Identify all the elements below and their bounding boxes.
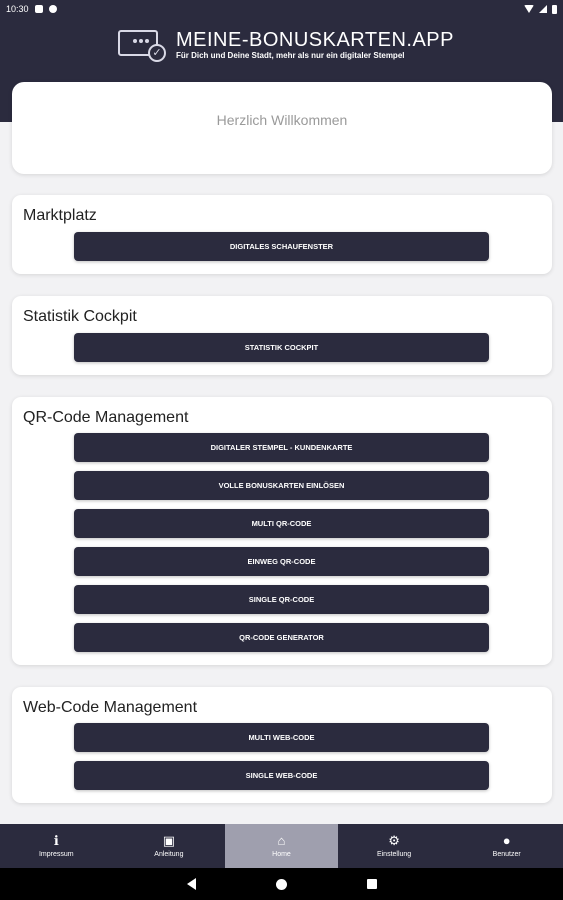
single-web-code-button[interactable]: SINGLE WEB-CODE (74, 761, 489, 790)
back-icon[interactable] (186, 878, 196, 890)
einweg-qr-code-button[interactable]: EINWEG QR-CODE (74, 547, 489, 576)
nav-label: Impressum (38, 851, 74, 858)
single-qr-code-button[interactable]: SINGLE QR-CODE (74, 585, 489, 614)
gear-icon: ⚙ (388, 833, 400, 848)
nav-label: Benutzer (492, 851, 521, 858)
book-icon: ▣ (162, 833, 176, 848)
marktplatz-card: Marktplatz DIGITALES SCHAUFENSTER (12, 195, 552, 274)
digitaler-stempel-button[interactable]: DIGITALER STEMPEL - KUNDENKARTE (74, 433, 489, 462)
welcome-text: Herzlich Willkommen (216, 112, 348, 128)
nav-item-home[interactable]: ⌂ Home (225, 824, 338, 868)
nav-label: Einstellung (376, 851, 412, 858)
home-circle-icon[interactable] (275, 878, 287, 890)
section-title: Marktplatz (23, 207, 97, 224)
nav-item-benutzer[interactable]: ● Benutzer (450, 824, 563, 868)
signal-icon (539, 5, 547, 13)
statistik-cockpit-button[interactable]: STATISTIK COCKPIT (74, 333, 489, 362)
nav-label: Home (272, 851, 291, 858)
section-title: QR-Code Management (23, 409, 189, 426)
bottom-navigation: ℹ Impressum ▣ Anleitung ⌂ Home ⚙ Einstel… (0, 824, 563, 868)
brand-tagline: Für Dich und Deine Stadt, mehr als nur e… (176, 51, 405, 60)
card-logo-icon: ✓ (118, 28, 166, 62)
clock: 10:30 (6, 4, 29, 14)
welcome-card: Herzlich Willkommen (12, 82, 552, 174)
user-icon: ● (502, 833, 511, 848)
nav-item-einstellung[interactable]: ⚙ Einstellung (338, 824, 451, 868)
bonuskarten-einloesen-button[interactable]: VOLLE BONUSKARTEN EINLÖSEN (74, 471, 489, 500)
multi-qr-code-button[interactable]: MULTI QR-CODE (74, 509, 489, 538)
battery-icon (552, 4, 557, 14)
status-bar: 10:30 (0, 0, 563, 18)
web-code-management-card: Web-Code Management MULTI WEB-CODE SINGL… (12, 687, 552, 803)
statistik-card: Statistik Cockpit STATISTIK COCKPIT (12, 296, 552, 375)
brand-name: MEINE-BONUSKARTEN.APP (176, 29, 454, 51)
recents-icon[interactable] (366, 879, 377, 889)
section-title: Web-Code Management (23, 699, 198, 716)
digitales-schaufenster-button[interactable]: DIGITALES SCHAUFENSTER (74, 232, 489, 261)
qr-management-card: QR-Code Management DIGITALER STEMPEL - K… (12, 397, 552, 665)
nav-label: Anleitung (154, 851, 184, 858)
section-title: Statistik Cockpit (23, 308, 137, 325)
home-icon: ⌂ (277, 833, 286, 848)
nav-item-anleitung[interactable]: ▣ Anleitung (113, 824, 226, 868)
qr-code-generator-button[interactable]: QR-CODE GENERATOR (74, 623, 489, 652)
wifi-icon (524, 5, 534, 13)
nav-item-impressum[interactable]: ℹ Impressum (0, 824, 113, 868)
system-navigation-bar (0, 868, 563, 900)
app-logo: ✓ MEINE-BONUSKARTEN.APP Für Dich und Dei… (118, 28, 454, 62)
multi-web-code-button[interactable]: MULTI WEB-CODE (74, 723, 489, 752)
notification-icon (34, 5, 43, 13)
sync-icon (48, 5, 57, 13)
info-icon: ℹ (53, 833, 59, 848)
